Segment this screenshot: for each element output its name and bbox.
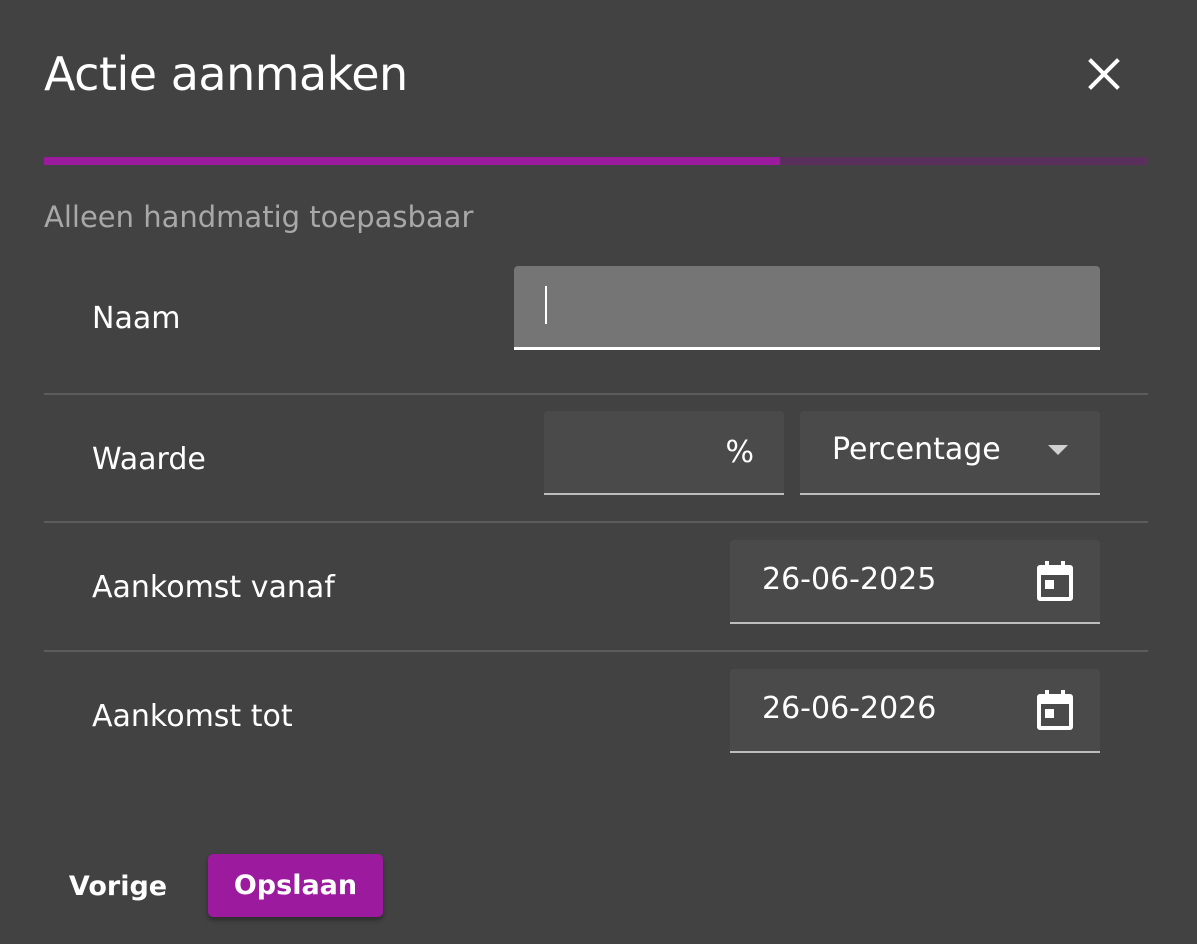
arrival-to-date-input[interactable]: 26-06-2026 <box>730 669 1100 753</box>
arrival-from-label: Aankomst vanaf <box>92 570 335 605</box>
name-input[interactable] <box>514 266 1100 350</box>
value-label: Waarde <box>92 442 206 477</box>
progress-bar <box>44 157 1148 165</box>
close-button[interactable] <box>1078 48 1130 100</box>
name-label: Naam <box>92 301 181 336</box>
text-caret <box>545 286 547 324</box>
row-divider <box>44 521 1148 523</box>
arrival-from-date-input[interactable]: 26-06-2025 <box>730 540 1100 624</box>
save-button[interactable]: Opslaan <box>208 854 383 917</box>
previous-button[interactable]: Vorige <box>60 856 176 916</box>
value-type-select[interactable]: Percentage <box>800 411 1100 495</box>
value-type-selected: Percentage <box>832 432 1001 467</box>
calendar-icon[interactable] <box>1036 689 1074 731</box>
row-divider <box>44 393 1148 395</box>
close-icon <box>1088 58 1120 90</box>
dropdown-arrow-icon <box>1048 445 1068 455</box>
arrival-to-date-value: 26-06-2026 <box>762 691 937 726</box>
dialog-subtitle: Alleen handmatig toepasbaar <box>44 200 474 234</box>
dialog-title: Actie aanmaken <box>44 47 408 101</box>
percent-suffix: % <box>725 435 754 470</box>
arrival-from-date-value: 26-06-2025 <box>762 562 937 597</box>
arrival-to-label: Aankomst tot <box>92 699 293 734</box>
value-amount-input[interactable]: % <box>544 411 784 495</box>
progress-bar-fill <box>44 157 781 165</box>
calendar-icon[interactable] <box>1036 560 1074 602</box>
row-divider <box>44 650 1148 652</box>
